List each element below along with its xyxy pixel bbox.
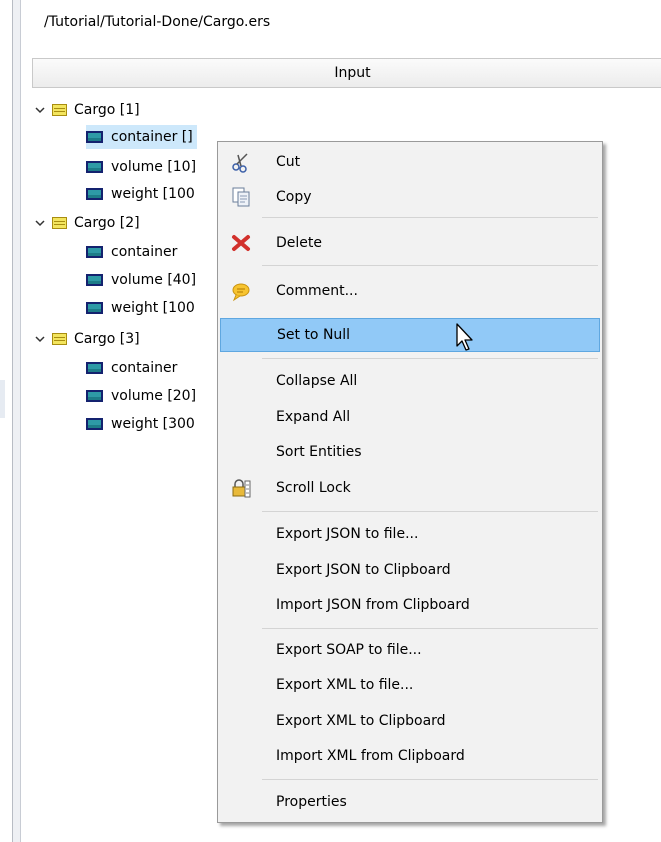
menu-separator (262, 511, 598, 512)
menu-item-label: Import JSON from Clipboard (276, 597, 470, 613)
tree-node-cargo-2[interactable]: Cargo [2] (34, 211, 140, 235)
menu-item-export-json-file[interactable]: Export JSON to file... (220, 517, 600, 551)
attribute-icon (86, 188, 103, 200)
menu-item-label: Cut (276, 154, 301, 170)
tree-node-weight-1[interactable]: weight [100 (86, 182, 195, 206)
menu-item-collapse-all[interactable]: Collapse All (220, 364, 600, 398)
menu-item-label: Export SOAP to file... (276, 642, 422, 658)
menu-item-set-to-null[interactable]: Set to Null (220, 318, 600, 352)
tree-node-label: volume [20] (111, 388, 197, 404)
menu-item-label: Copy (276, 189, 312, 205)
tree-node-container-2[interactable]: container (86, 240, 177, 264)
tree-node-label: weight [100 (111, 186, 195, 202)
tree-node-container-1[interactable]: container [] (86, 125, 197, 149)
menu-separator (262, 217, 598, 218)
menu-item-label: Delete (276, 235, 322, 251)
chevron-down-icon[interactable] (34, 333, 46, 345)
delete-x-icon (232, 235, 250, 251)
menu-item-label: Comment... (276, 283, 358, 299)
scissors-icon (232, 153, 248, 173)
menu-item-label: Export XML to Clipboard (276, 713, 446, 729)
menu-item-label: Export JSON to file... (276, 526, 419, 542)
menu-item-cut[interactable]: Cut (220, 145, 600, 179)
tree-node-weight-2[interactable]: weight [100 (86, 296, 195, 320)
attribute-icon (86, 302, 103, 314)
menu-item-export-json-clipboard[interactable]: Export JSON to Clipboard (220, 553, 600, 587)
menu-item-label: Import XML from Clipboard (276, 748, 465, 764)
menu-item-export-xml-file[interactable]: Export XML to file... (220, 668, 600, 702)
context-menu: Cut Copy Delete Comment... Set to Null C… (217, 141, 603, 823)
menu-item-export-xml-clipboard[interactable]: Export XML to Clipboard (220, 704, 600, 738)
mouse-cursor-icon (456, 323, 473, 351)
menu-item-export-soap-file[interactable]: Export SOAP to file... (220, 633, 600, 667)
editor-left-border (12, 0, 21, 842)
tree-node-cargo-3[interactable]: Cargo [3] (34, 327, 140, 351)
tree-node-label: volume [40] (111, 272, 197, 288)
menu-separator (262, 358, 598, 359)
menu-item-label: Properties (276, 794, 347, 810)
menu-item-properties[interactable]: Properties (220, 785, 600, 819)
tree-node-container-3[interactable]: container (86, 356, 177, 380)
menu-item-label: Set to Null (277, 327, 351, 343)
menu-item-label: Scroll Lock (276, 480, 351, 496)
tree-node-volume-2[interactable]: volume [40] (86, 268, 196, 292)
tree-node-label: weight [100 (111, 300, 195, 316)
attribute-icon (86, 362, 103, 374)
tree-node-volume-3[interactable]: volume [20] (86, 384, 196, 408)
tree-node-label: Cargo [3] (74, 331, 140, 347)
attribute-icon (86, 390, 103, 402)
attribute-icon (86, 161, 103, 173)
chevron-down-icon[interactable] (34, 217, 46, 229)
menu-item-comment[interactable]: Comment... (220, 274, 600, 308)
menu-item-import-json-clipboard[interactable]: Import JSON from Clipboard (220, 588, 600, 622)
tree-node-label: Cargo [2] (74, 215, 140, 231)
tree-node-label: weight [300 (111, 416, 195, 432)
attribute-icon (86, 418, 103, 430)
entity-icon (52, 333, 67, 345)
attribute-icon (86, 274, 103, 286)
attribute-icon (86, 131, 103, 143)
menu-item-label: Export JSON to Clipboard (276, 562, 451, 578)
tree-node-label: container [] (111, 129, 193, 145)
tree-node-label: Cargo [1] (74, 102, 140, 118)
lock-icon (232, 479, 251, 498)
tree-node-weight-3[interactable]: weight [300 (86, 412, 195, 436)
column-header-input[interactable]: Input (32, 58, 661, 88)
menu-item-sort-entities[interactable]: Sort Entities (220, 435, 600, 469)
menu-item-label: Collapse All (276, 373, 358, 389)
comment-icon (232, 283, 250, 302)
left-edge-marker (0, 380, 5, 418)
file-path: /Tutorial/Tutorial-Done/Cargo.ers (44, 14, 271, 30)
attribute-icon (86, 246, 103, 258)
entity-icon (52, 104, 67, 116)
tree-node-label: container (111, 360, 178, 376)
chevron-down-icon[interactable] (34, 104, 46, 116)
copy-icon (232, 187, 250, 207)
menu-separator (262, 779, 598, 780)
menu-item-copy[interactable]: Copy (220, 180, 600, 214)
menu-separator (262, 265, 598, 266)
tree-node-volume-1[interactable]: volume [10] (86, 155, 196, 179)
tree-node-cargo-1[interactable]: Cargo [1] (34, 98, 140, 122)
menu-item-label: Sort Entities (276, 444, 362, 460)
menu-item-import-xml-clipboard[interactable]: Import XML from Clipboard (220, 739, 600, 773)
entity-icon (52, 217, 67, 229)
menu-item-scroll-lock[interactable]: Scroll Lock (220, 471, 600, 505)
menu-item-label: Export XML to file... (276, 677, 414, 693)
tree-node-label: volume [10] (111, 159, 197, 175)
menu-item-label: Expand All (276, 409, 351, 425)
menu-item-delete[interactable]: Delete (220, 226, 600, 260)
menu-separator (262, 628, 598, 629)
menu-item-expand-all[interactable]: Expand All (220, 400, 600, 434)
tree-node-label: container (111, 244, 178, 260)
